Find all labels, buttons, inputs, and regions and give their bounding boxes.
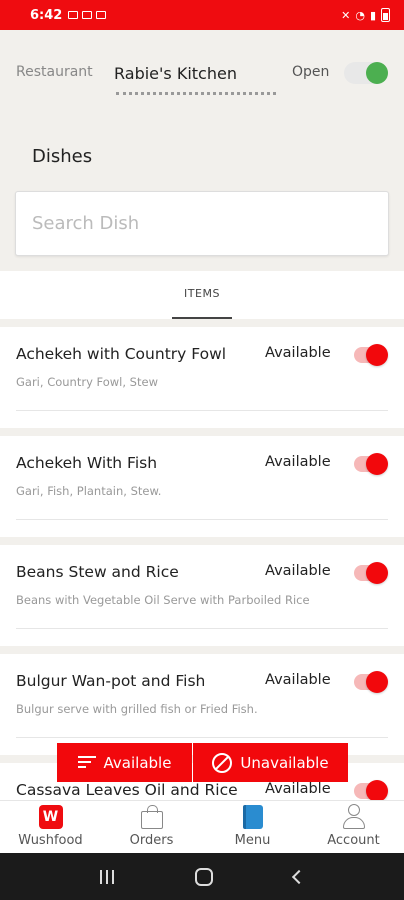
- restaurant-name-underline: [116, 92, 276, 95]
- availability-label: Available: [265, 454, 335, 470]
- dish-description: Gari, Fish, Plantain, Stew.: [16, 484, 162, 498]
- system-nav-bar: [0, 853, 404, 900]
- image-notification-icon: [68, 11, 79, 19]
- toggle-knob: [366, 453, 388, 475]
- nav-item-menu[interactable]: Menu: [202, 801, 303, 853]
- availability-filter-bar: Available Unavailable: [57, 743, 348, 782]
- search-input[interactable]: [16, 192, 388, 255]
- restaurant-name-select[interactable]: Rabie's Kitchen: [114, 64, 237, 83]
- tab-items-label: ITEMS: [184, 287, 220, 300]
- ban-icon: [212, 752, 233, 773]
- nav-item-account[interactable]: Account: [303, 801, 404, 853]
- dish-description: Gari, Country Fowl, Stew: [16, 375, 158, 389]
- nav-label: Orders: [129, 833, 174, 848]
- filter-available-label: Available: [103, 753, 172, 772]
- dish-card[interactable]: Beans Stew and Rice Beans with Vegetable…: [0, 545, 404, 646]
- tab-bar: ITEMS: [0, 271, 404, 319]
- divider: [16, 519, 388, 520]
- dish-card[interactable]: Achekeh with Country Fowl Gari, Country …: [0, 327, 404, 428]
- nav-item-wushfood[interactable]: W Wushfood: [0, 801, 101, 853]
- availability-toggle[interactable]: [354, 671, 388, 693]
- bottom-nav: W Wushfood Orders Menu Account: [0, 800, 404, 853]
- availability-toggle[interactable]: [354, 453, 388, 475]
- divider: [16, 737, 388, 738]
- dish-description: Bulgur serve with grilled fish or Fried …: [16, 702, 258, 716]
- availability-label: Available: [265, 781, 335, 797]
- availability-toggle[interactable]: [354, 344, 388, 366]
- wifi-icon: ◔: [355, 8, 365, 22]
- availability-label: Available: [265, 672, 335, 688]
- toggle-knob: [366, 344, 388, 366]
- filter-unavailable-button[interactable]: Unavailable: [193, 743, 348, 782]
- status-bar: 6:42 ✕ ◔ ▮: [0, 0, 404, 30]
- divider: [16, 628, 388, 629]
- back-button[interactable]: [291, 869, 306, 884]
- shopping-bag-icon: [140, 805, 163, 829]
- dish-name: Achekeh with Country Fowl: [16, 345, 227, 363]
- tab-active-indicator: [172, 317, 232, 319]
- nav-item-orders[interactable]: Orders: [101, 801, 202, 853]
- dish-name: Beans Stew and Rice: [16, 563, 179, 581]
- search-box: [15, 191, 389, 256]
- filter-lines-icon: [77, 756, 96, 769]
- restaurant-header: Restaurant Rabie's Kitchen Open: [16, 60, 390, 95]
- open-toggle-knob: [366, 62, 388, 84]
- toggle-knob: [366, 562, 388, 584]
- open-label: Open: [292, 64, 330, 80]
- dish-name: Bulgur Wan-pot and Fish: [16, 672, 206, 690]
- open-toggle[interactable]: [344, 62, 388, 84]
- page-title: Dishes: [32, 146, 93, 167]
- message-notification-icon-2: [96, 11, 107, 19]
- availability-toggle[interactable]: [354, 562, 388, 584]
- availability-label: Available: [265, 345, 335, 361]
- dish-description: Beans with Vegetable Oil Serve with Parb…: [16, 593, 310, 607]
- nav-label: Account: [327, 833, 380, 848]
- nav-label: Menu: [234, 833, 271, 848]
- availability-label: Available: [265, 563, 335, 579]
- availability-toggle[interactable]: [354, 780, 388, 802]
- toggle-knob: [366, 780, 388, 802]
- divider: [16, 410, 388, 411]
- filter-unavailable-label: Unavailable: [240, 753, 329, 772]
- restaurant-label: Restaurant: [16, 64, 93, 80]
- dish-name: Achekeh With Fish: [16, 454, 158, 472]
- dish-card[interactable]: Achekeh With Fish Gari, Fish, Plantain, …: [0, 436, 404, 537]
- toggle-knob: [366, 671, 388, 693]
- dish-name: Cassava Leaves Oil and Rice: [16, 781, 238, 799]
- wushfood-logo-icon: W: [38, 805, 63, 829]
- dish-card[interactable]: Bulgur Wan-pot and Fish Bulgur serve wit…: [0, 654, 404, 755]
- battery-icon: [381, 8, 390, 22]
- nav-label: Wushfood: [18, 833, 83, 848]
- signal-icon: ▮: [369, 8, 376, 22]
- home-button[interactable]: [194, 867, 213, 886]
- status-icons: ✕ ◔ ▮: [341, 8, 390, 22]
- recents-button[interactable]: [100, 869, 115, 884]
- status-time: 6:42: [30, 7, 63, 23]
- filter-available-button[interactable]: Available: [57, 743, 192, 782]
- account-icon: [342, 804, 366, 830]
- message-notification-icon: [82, 11, 93, 19]
- tab-items[interactable]: ITEMS: [172, 271, 232, 319]
- mute-icon: ✕: [341, 8, 351, 22]
- menu-book-icon: [242, 805, 263, 829]
